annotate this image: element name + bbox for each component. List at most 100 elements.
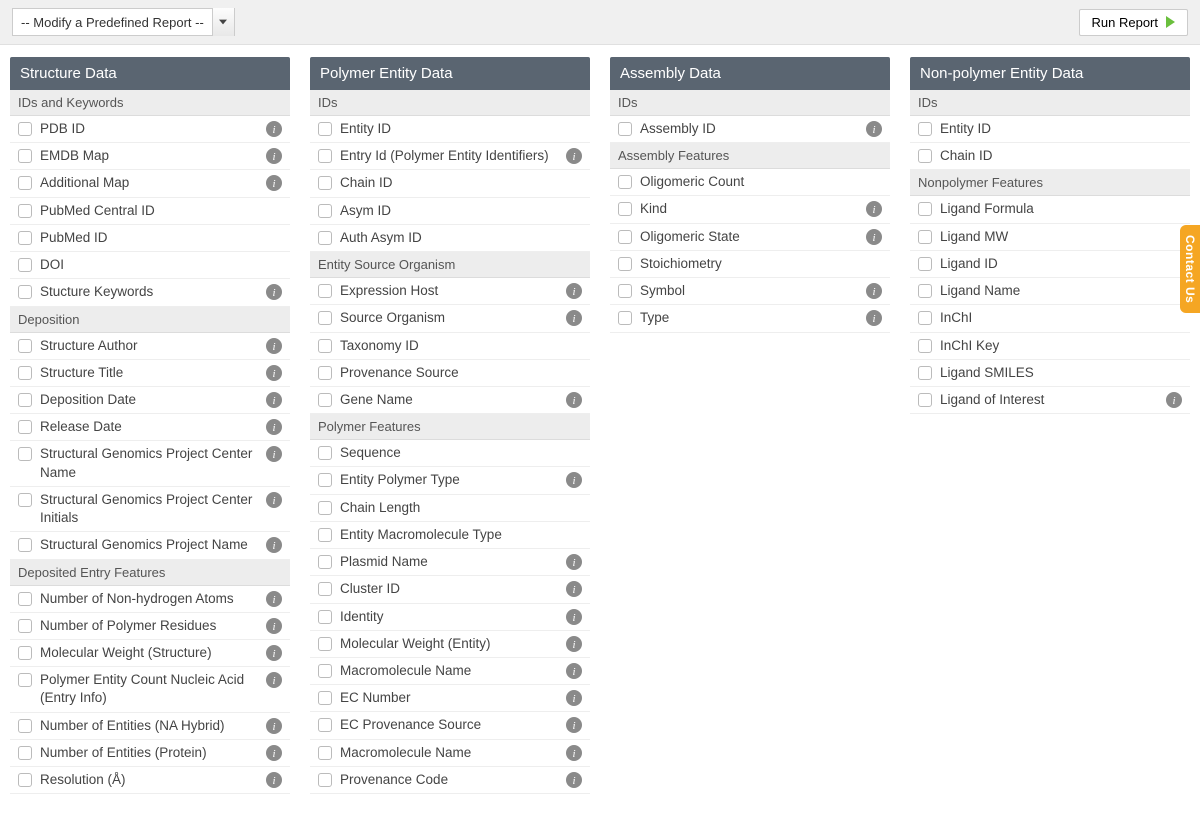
field-checkbox[interactable]	[18, 258, 32, 272]
field-checkbox[interactable]	[318, 664, 332, 678]
field-checkbox[interactable]	[318, 582, 332, 596]
field-checkbox[interactable]	[18, 746, 32, 760]
field-checkbox[interactable]	[18, 493, 32, 507]
info-icon[interactable]: i	[566, 392, 582, 408]
info-icon[interactable]: i	[866, 229, 882, 245]
info-icon[interactable]: i	[566, 148, 582, 164]
info-icon[interactable]: i	[266, 672, 282, 688]
info-icon[interactable]: i	[566, 636, 582, 652]
field-checkbox[interactable]	[18, 176, 32, 190]
field-checkbox[interactable]	[18, 366, 32, 380]
field-checkbox[interactable]	[318, 746, 332, 760]
field-checkbox[interactable]	[18, 592, 32, 606]
field-checkbox[interactable]	[918, 284, 932, 298]
field-checkbox[interactable]	[618, 202, 632, 216]
field-checkbox[interactable]	[318, 501, 332, 515]
info-icon[interactable]: i	[266, 718, 282, 734]
field-checkbox[interactable]	[318, 773, 332, 787]
predefined-report-select[interactable]: -- Modify a Predefined Report --	[12, 8, 235, 36]
info-icon[interactable]: i	[266, 419, 282, 435]
info-icon[interactable]: i	[566, 581, 582, 597]
field-checkbox[interactable]	[918, 122, 932, 136]
field-checkbox[interactable]	[618, 257, 632, 271]
field-checkbox[interactable]	[18, 420, 32, 434]
field-checkbox[interactable]	[318, 122, 332, 136]
field-checkbox[interactable]	[918, 149, 932, 163]
info-icon[interactable]: i	[866, 121, 882, 137]
info-icon[interactable]: i	[866, 283, 882, 299]
field-checkbox[interactable]	[318, 339, 332, 353]
info-icon[interactable]: i	[866, 201, 882, 217]
field-checkbox[interactable]	[18, 149, 32, 163]
info-icon[interactable]: i	[566, 310, 582, 326]
field-checkbox[interactable]	[318, 149, 332, 163]
info-icon[interactable]: i	[566, 772, 582, 788]
info-icon[interactable]: i	[266, 537, 282, 553]
info-icon[interactable]: i	[1166, 392, 1182, 408]
info-icon[interactable]: i	[866, 310, 882, 326]
field-checkbox[interactable]	[18, 285, 32, 299]
field-checkbox[interactable]	[918, 366, 932, 380]
info-icon[interactable]: i	[266, 121, 282, 137]
field-checkbox[interactable]	[18, 673, 32, 687]
run-report-button[interactable]: Run Report	[1079, 9, 1188, 36]
info-icon[interactable]: i	[266, 745, 282, 761]
field-checkbox[interactable]	[18, 538, 32, 552]
field-checkbox[interactable]	[618, 284, 632, 298]
contact-us-tab[interactable]: Contact Us	[1180, 225, 1200, 313]
field-checkbox[interactable]	[18, 231, 32, 245]
field-checkbox[interactable]	[18, 773, 32, 787]
field-checkbox[interactable]	[918, 202, 932, 216]
info-icon[interactable]: i	[566, 472, 582, 488]
field-checkbox[interactable]	[318, 528, 332, 542]
info-icon[interactable]: i	[566, 745, 582, 761]
info-icon[interactable]: i	[266, 645, 282, 661]
field-checkbox[interactable]	[318, 718, 332, 732]
field-checkbox[interactable]	[318, 366, 332, 380]
info-icon[interactable]: i	[266, 284, 282, 300]
field-checkbox[interactable]	[18, 393, 32, 407]
field-checkbox[interactable]	[318, 311, 332, 325]
info-icon[interactable]: i	[266, 492, 282, 508]
field-checkbox[interactable]	[618, 230, 632, 244]
field-checkbox[interactable]	[18, 204, 32, 218]
field-checkbox[interactable]	[18, 619, 32, 633]
field-checkbox[interactable]	[918, 230, 932, 244]
field-checkbox[interactable]	[18, 719, 32, 733]
info-icon[interactable]: i	[566, 554, 582, 570]
info-icon[interactable]: i	[266, 148, 282, 164]
field-checkbox[interactable]	[318, 393, 332, 407]
field-checkbox[interactable]	[318, 555, 332, 569]
field-checkbox[interactable]	[318, 231, 332, 245]
field-checkbox[interactable]	[318, 691, 332, 705]
field-checkbox[interactable]	[618, 175, 632, 189]
info-icon[interactable]: i	[266, 392, 282, 408]
info-icon[interactable]: i	[266, 591, 282, 607]
field-checkbox[interactable]	[318, 284, 332, 298]
field-checkbox[interactable]	[918, 393, 932, 407]
field-checkbox[interactable]	[318, 637, 332, 651]
info-icon[interactable]: i	[266, 618, 282, 634]
field-checkbox[interactable]	[618, 122, 632, 136]
field-checkbox[interactable]	[918, 257, 932, 271]
field-checkbox[interactable]	[18, 122, 32, 136]
info-icon[interactable]: i	[566, 283, 582, 299]
field-checkbox[interactable]	[918, 311, 932, 325]
field-checkbox[interactable]	[18, 339, 32, 353]
field-checkbox[interactable]	[918, 339, 932, 353]
info-icon[interactable]: i	[266, 338, 282, 354]
info-icon[interactable]: i	[266, 772, 282, 788]
field-checkbox[interactable]	[318, 473, 332, 487]
info-icon[interactable]: i	[266, 365, 282, 381]
field-checkbox[interactable]	[318, 204, 332, 218]
info-icon[interactable]: i	[266, 175, 282, 191]
field-checkbox[interactable]	[318, 176, 332, 190]
info-icon[interactable]: i	[566, 717, 582, 733]
field-checkbox[interactable]	[318, 610, 332, 624]
info-icon[interactable]: i	[566, 609, 582, 625]
info-icon[interactable]: i	[266, 446, 282, 462]
chevron-down-icon[interactable]	[212, 8, 234, 36]
info-icon[interactable]: i	[566, 663, 582, 679]
field-checkbox[interactable]	[618, 311, 632, 325]
info-icon[interactable]: i	[566, 690, 582, 706]
